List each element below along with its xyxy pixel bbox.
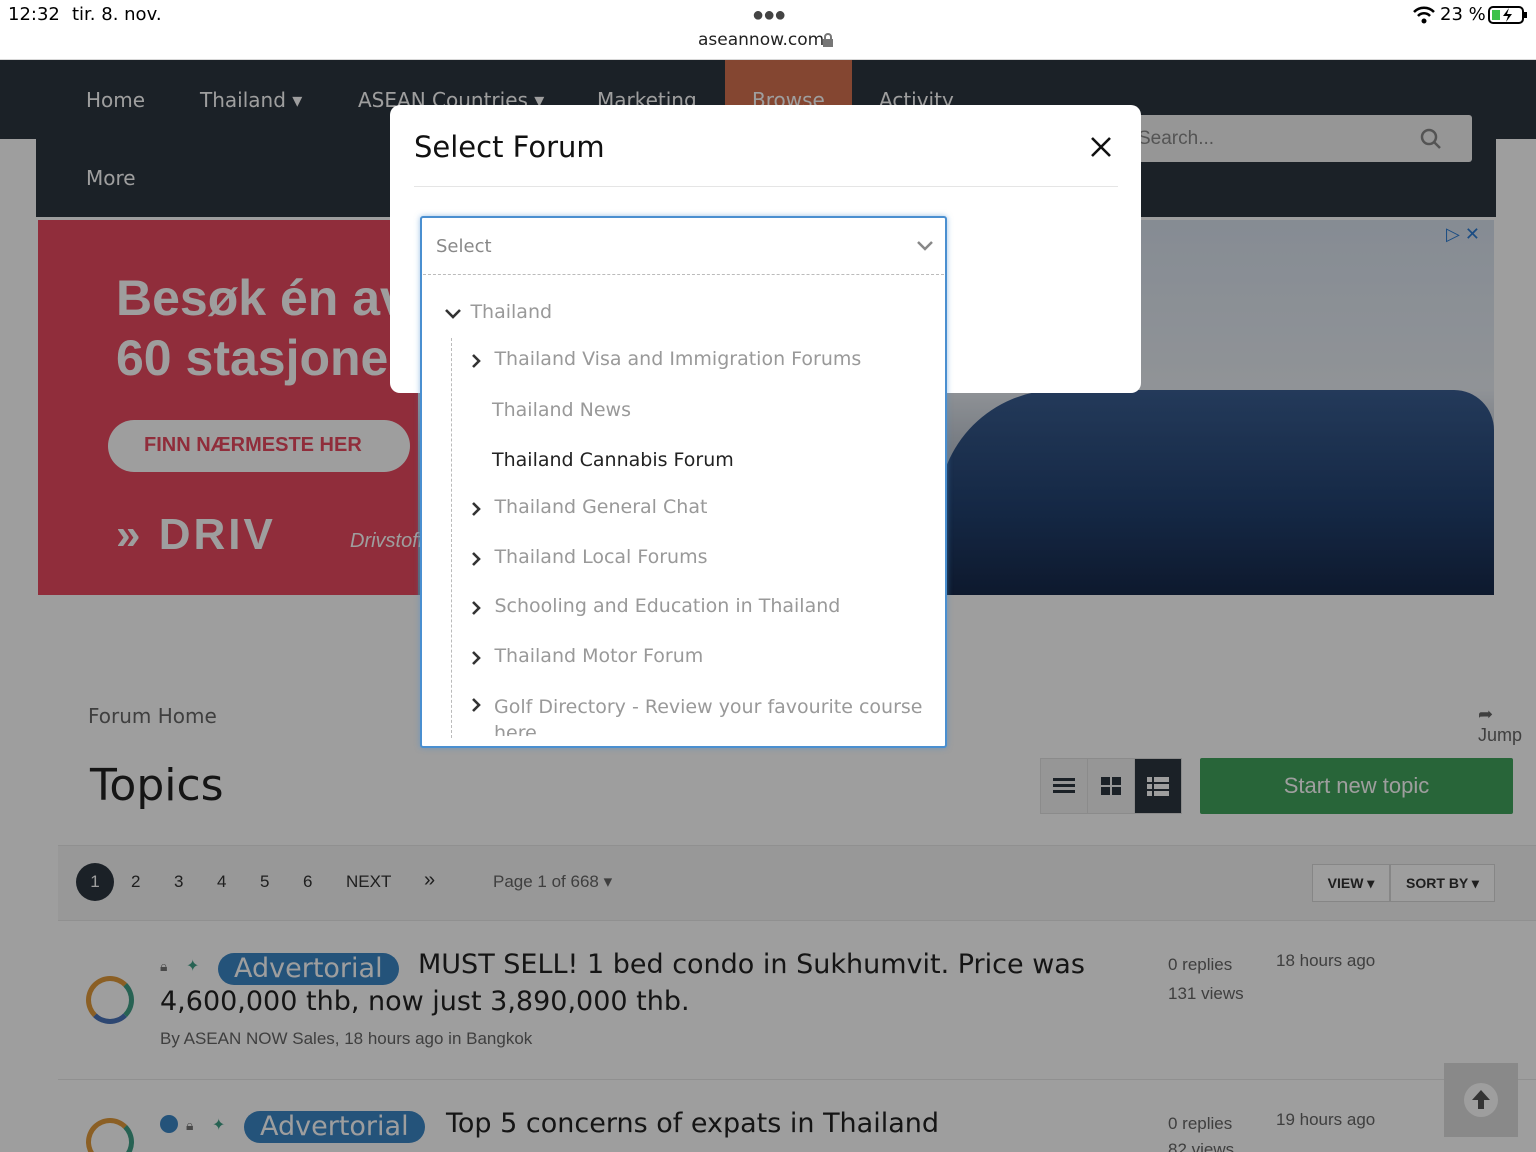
tree-item-schooling-education[interactable]: Schooling and Education in Thailand: [470, 595, 840, 617]
battery-percent: 23 %: [1440, 4, 1486, 25]
tree-guide-line: [451, 338, 452, 738]
battery-icon: [1488, 6, 1527, 24]
tree-item-local-forums[interactable]: Thailand Local Forums: [470, 546, 708, 568]
lock-icon: [823, 33, 833, 47]
tree-node-thailand[interactable]: Thailand: [444, 301, 552, 323]
chevron-right-icon: [472, 600, 481, 615]
chevron-right-icon: [472, 698, 481, 712]
chevron-right-icon: [472, 551, 481, 566]
url-text[interactable]: aseannow.com: [698, 30, 824, 50]
tree-item-visa-immigration[interactable]: Thailand Visa and Immigration Forums: [470, 348, 861, 370]
tree-item-cannabis-forum[interactable]: Thailand Cannabis Forum: [492, 449, 734, 471]
tree-item-general-chat[interactable]: Thailand General Chat: [470, 496, 707, 518]
browser-menu-dots-icon[interactable]: ●●●: [752, 4, 786, 27]
tree-item-label: Thailand Local Forums: [494, 546, 708, 568]
chevron-right-icon: [472, 353, 481, 368]
tree-item-motor-forum[interactable]: Thailand Motor Forum: [470, 645, 703, 667]
tree-item-golf-directory[interactable]: Golf Directory - Review your favourite c…: [470, 694, 930, 736]
dialog-divider: [414, 186, 1118, 187]
dialog-title: Select Forum: [414, 130, 605, 164]
tree-item-label: Thailand General Chat: [494, 496, 708, 518]
chevron-right-icon: [472, 650, 481, 665]
chevron-right-icon: [472, 501, 481, 516]
chevron-down-icon: [445, 308, 461, 319]
chevron-down-icon[interactable]: [915, 238, 935, 254]
tree-item-label: Schooling and Education in Thailand: [494, 595, 841, 617]
status-time: 12:32: [8, 4, 60, 25]
tree-item-thailand-news[interactable]: Thailand News: [492, 399, 631, 421]
status-date: tir. 8. nov.: [72, 4, 162, 25]
close-icon[interactable]: [1087, 133, 1115, 161]
tree-item-label: Golf Directory - Review your favourite c…: [494, 696, 923, 736]
forum-select-input[interactable]: Select: [436, 236, 492, 257]
tree-node-label: Thailand: [470, 301, 553, 323]
forum-select-dropdown[interactable]: [420, 216, 947, 748]
tree-item-label: Thailand Motor Forum: [494, 645, 704, 667]
select-divider: [423, 274, 944, 275]
tree-item-label: Thailand Visa and Immigration Forums: [494, 348, 862, 370]
wifi-icon: [1413, 6, 1435, 24]
